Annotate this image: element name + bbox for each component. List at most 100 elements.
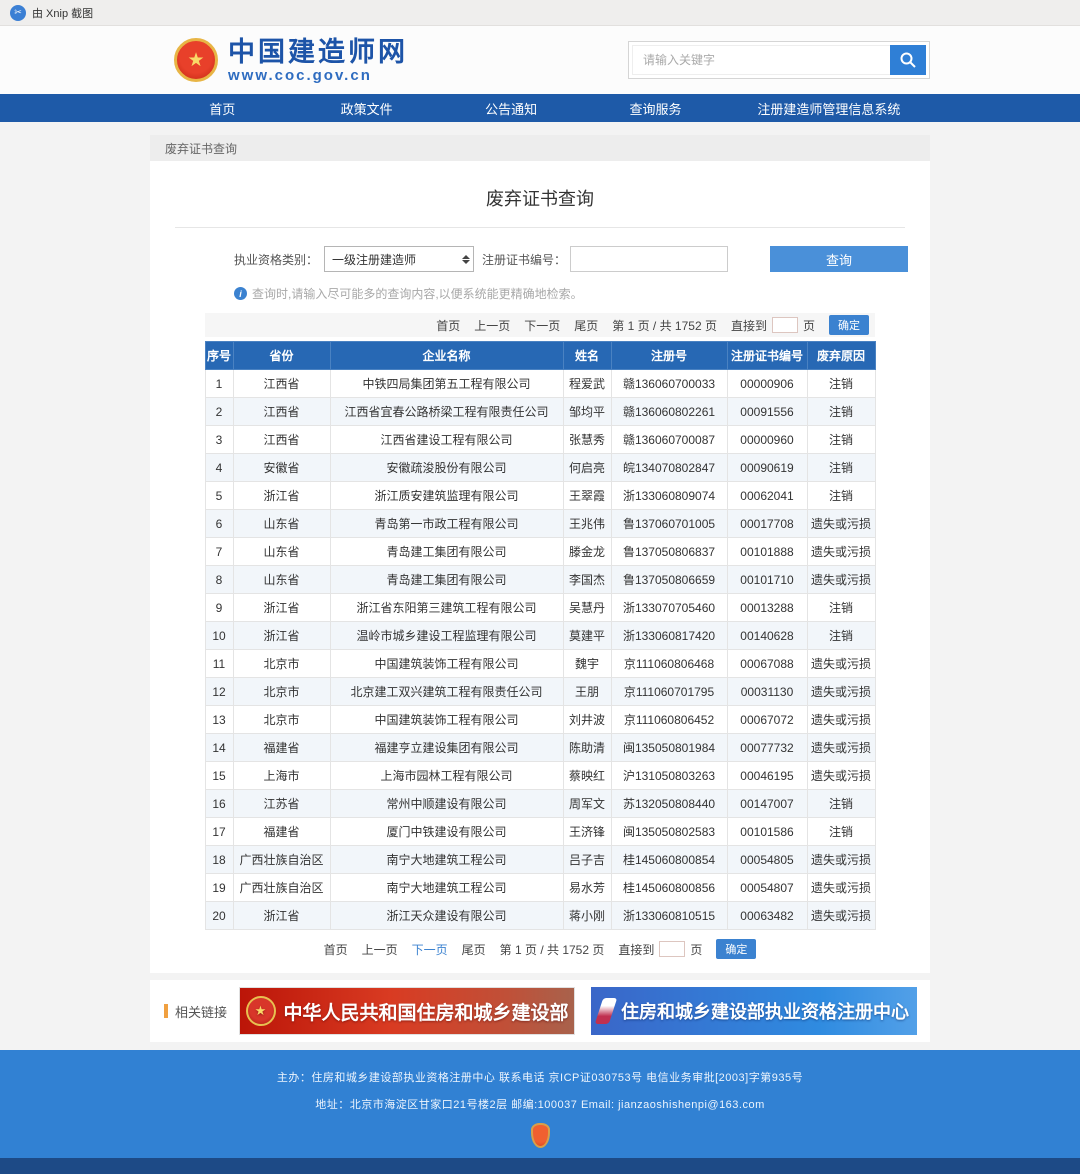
table-cell: 00054805 (727, 846, 807, 874)
table-cell: 王兆伟 (563, 510, 611, 538)
banner-emblem-icon: ★ (246, 996, 276, 1026)
table-cell: 江苏省 (233, 790, 330, 818)
table-cell: 常州中顺建设有限公司 (330, 790, 563, 818)
table-cell: 00031130 (727, 678, 807, 706)
table-row: 1江西省中铁四局集团第五工程有限公司程爱武赣136060700033000009… (205, 370, 875, 398)
table-cell: 遗失或污损 (807, 734, 875, 762)
table-cell: 福建省 (233, 734, 330, 762)
table-row: 14福建省福建亨立建设集团有限公司陈助清闽1350508019840007773… (205, 734, 875, 762)
table-cell: 桂145060800856 (611, 874, 727, 902)
table-row: 17福建省厦门中铁建设有限公司王济锋闽13505080258300101586注… (205, 818, 875, 846)
table-cell: 00046195 (727, 762, 807, 790)
goto-page-input[interactable] (659, 941, 685, 957)
query-button[interactable]: 查询 (770, 246, 908, 272)
query-hint-row: i 查询时,请输入尽可能多的查询内容,以便系统能更精确地检索。 (234, 285, 930, 302)
table-cell: 注销 (807, 398, 875, 426)
pagination-goto: 直接到 页 (731, 317, 815, 334)
table-cell: 北京市 (233, 650, 330, 678)
table-cell: 京111060806452 (611, 706, 727, 734)
pagination-first-link[interactable]: 首页 (324, 941, 348, 958)
table-cell: 沪131050803263 (611, 762, 727, 790)
table-cell: 18 (205, 846, 233, 874)
nav-item-home[interactable]: 首页 (150, 99, 294, 118)
table-row: 15上海市上海市园林工程有限公司蔡映红沪13105080326300046195… (205, 762, 875, 790)
table-cell: 4 (205, 454, 233, 482)
site-name: 中国建造师网 (228, 37, 408, 67)
table-cell: 10 (205, 622, 233, 650)
pagination-last-link[interactable]: 尾页 (462, 941, 486, 958)
table-row: 20浙江省浙江天众建设有限公司蒋小刚浙13306081051500063482遗… (205, 902, 875, 930)
table-cell: 00101888 (727, 538, 807, 566)
goto-page-input[interactable] (772, 317, 798, 333)
table-cell: 吴慧丹 (563, 594, 611, 622)
nav-item-policy[interactable]: 政策文件 (294, 99, 438, 118)
pagination-next-link[interactable]: 下一页 (412, 941, 448, 958)
title-divider (175, 227, 905, 228)
pagination-next-link[interactable]: 下一页 (524, 317, 560, 334)
table-row: 3江西省江西省建设工程有限公司张慧秀赣13606070008700000960注… (205, 426, 875, 454)
footer-line-1: 主办：住房和城乡建设部执业资格注册中心 联系电话 京ICP证030753号 电信… (0, 1069, 1080, 1085)
pagination-prev-link[interactable]: 上一页 (362, 941, 398, 958)
table-cell: 12 (205, 678, 233, 706)
police-badge-icon[interactable] (531, 1123, 550, 1148)
table-cell: 青岛第一市政工程有限公司 (330, 510, 563, 538)
table-cell: 注销 (807, 622, 875, 650)
table-cell: 安徽疏浚股份有限公司 (330, 454, 563, 482)
table-cell: 遗失或污损 (807, 874, 875, 902)
table-cell: 注销 (807, 426, 875, 454)
table-row: 8山东省青岛建工集团有限公司李国杰鲁13705080665900101710遗失… (205, 566, 875, 594)
table-cell: 温岭市城乡建设工程监理有限公司 (330, 622, 563, 650)
table-cell: 鲁137050806837 (611, 538, 727, 566)
page-unit-label: 页 (690, 941, 702, 958)
search-input[interactable] (632, 45, 890, 75)
table-cell: 16 (205, 790, 233, 818)
cert-number-input[interactable] (570, 246, 728, 272)
category-select[interactable]: 一级注册建造师 (324, 246, 474, 272)
table-cell: 浙133060817420 (611, 622, 727, 650)
search-button[interactable] (890, 45, 926, 75)
goto-confirm-button[interactable]: 确定 (829, 315, 869, 335)
pagination-last-link[interactable]: 尾页 (574, 317, 598, 334)
table-cell: 注销 (807, 594, 875, 622)
table-cell: 桂145060800854 (611, 846, 727, 874)
banner-registration-center[interactable]: 住房和城乡建设部执业资格注册中心 (591, 987, 917, 1035)
table-cell: 福建省 (233, 818, 330, 846)
table-cell: 北京建工双兴建筑工程有限责任公司 (330, 678, 563, 706)
table-row: 19广西壮族自治区南宁大地建筑工程公司易水芳桂14506080085600054… (205, 874, 875, 902)
category-selected-value: 一级注册建造师 (332, 251, 416, 268)
table-cell: 00077732 (727, 734, 807, 762)
pagination-prev-link[interactable]: 上一页 (474, 317, 510, 334)
table-row: 13北京市中国建筑装饰工程有限公司刘井波京1110608064520006707… (205, 706, 875, 734)
goto-confirm-button[interactable]: 确定 (716, 939, 756, 959)
table-header-cell: 注册号 (611, 342, 727, 370)
table-cell: 遗失或污损 (807, 678, 875, 706)
table-cell: 上海市园林工程有限公司 (330, 762, 563, 790)
table-cell: 王朋 (563, 678, 611, 706)
table-cell: 中铁四局集团第五工程有限公司 (330, 370, 563, 398)
table-header-cell: 省份 (233, 342, 330, 370)
related-links-label: 相关链接 (175, 1002, 227, 1021)
table-cell: 00090619 (727, 454, 807, 482)
main-panel: 废弃证书查询 执业资格类别： 一级注册建造师 注册证书编号： 查询 i 查询时,… (150, 161, 930, 973)
banner-mohurd[interactable]: ★ 中华人民共和国住房和城乡建设部 (239, 987, 575, 1035)
pagination-first-link[interactable]: 首页 (436, 317, 460, 334)
table-cell: 00101586 (727, 818, 807, 846)
table-cell: 浙江省 (233, 482, 330, 510)
pagination-bottom: 首页 上一页 下一页 尾页 第 1 页 / 共 1752 页 直接到 页 确定 (150, 939, 930, 959)
nav-item-system[interactable]: 注册建造师管理信息系统 (728, 99, 930, 118)
table-cell: 山东省 (233, 538, 330, 566)
nav-item-notice[interactable]: 公告通知 (439, 99, 583, 118)
site-logo[interactable]: ★ 中国建造师网 www.coc.gov.cn (174, 37, 408, 84)
table-cell: 山东省 (233, 510, 330, 538)
nav-inner: 首页 政策文件 公告通知 查询服务 注册建造师管理信息系统 (150, 99, 930, 118)
nav-item-query[interactable]: 查询服务 (583, 99, 727, 118)
table-header-cell: 企业名称 (330, 342, 563, 370)
xnip-scissors-icon: ✂ (10, 5, 26, 21)
table-cell: 00140628 (727, 622, 807, 650)
table-cell: 广西壮族自治区 (233, 846, 330, 874)
table-cell: 00017708 (727, 510, 807, 538)
table-header-cell: 注册证书编号 (727, 342, 807, 370)
table-cell: 注销 (807, 790, 875, 818)
table-cell: 皖134070802847 (611, 454, 727, 482)
table-row: 12北京市北京建工双兴建筑工程有限责任公司王朋京1110607017950003… (205, 678, 875, 706)
